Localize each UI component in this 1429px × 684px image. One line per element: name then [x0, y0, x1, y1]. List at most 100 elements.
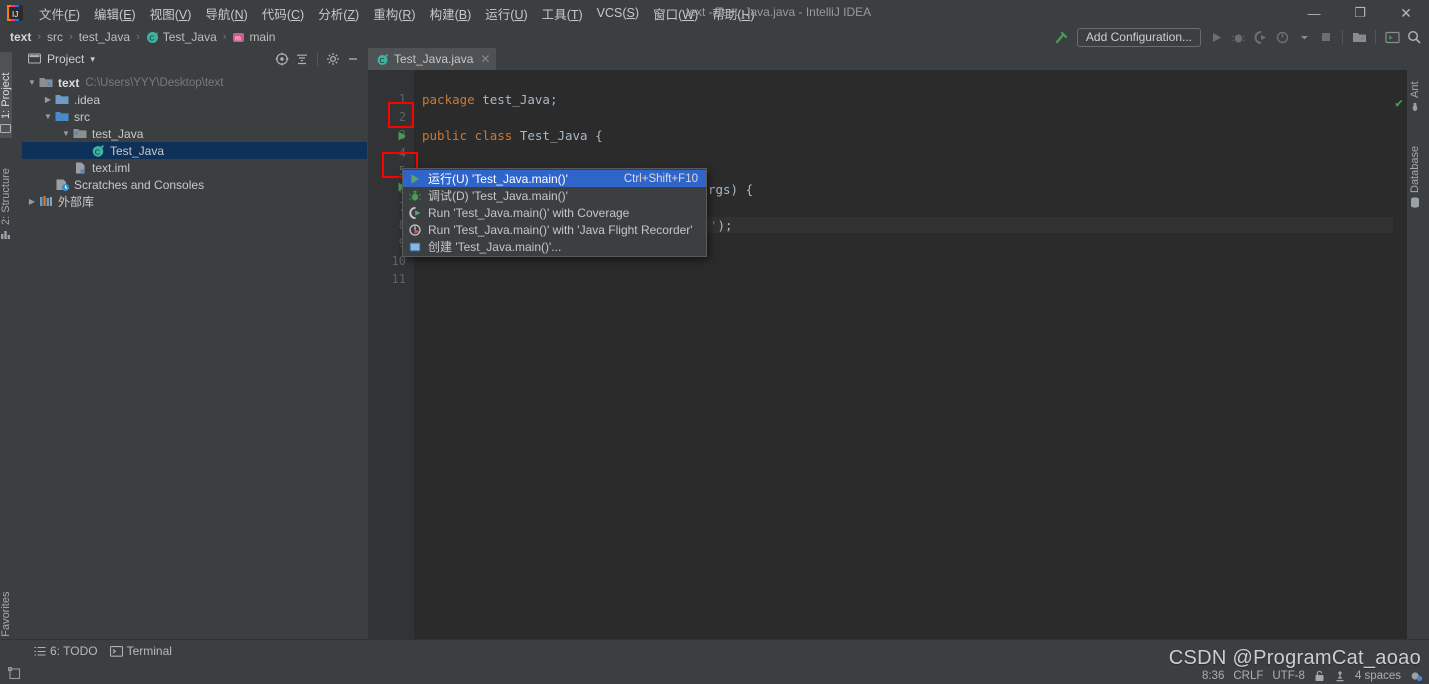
window-controls: — ❐ ✕: [1291, 0, 1429, 26]
context-menu-item-create-configuration[interactable]: 创建 'Test_Java.main()'...: [403, 238, 706, 255]
status-button-label: 6: TODO: [50, 644, 98, 658]
git-branch-icon[interactable]: [1334, 670, 1346, 682]
settings-gear-icon[interactable]: [323, 49, 343, 69]
menu-item-file[interactable]: 文件(F): [32, 2, 87, 25]
context-menu-shortcut: Ctrl+Shift+F10: [623, 172, 698, 185]
locate-icon[interactable]: [272, 49, 292, 69]
sidebar-item-project[interactable]: 1: Project: [0, 52, 12, 138]
left-tool-window-strip: 1: Project 2: Structure 2: Favorites: [0, 48, 23, 663]
sidebar-item-structure[interactable]: 2: Structure: [0, 140, 12, 244]
breadcrumb-separator: ›: [37, 31, 42, 43]
hide-panel-icon[interactable]: [343, 49, 363, 69]
context-menu-item-debug[interactable]: 调试(D) 'Test_Java.main()': [403, 187, 706, 204]
tree-node-idea[interactable]: ▶ .idea: [22, 91, 367, 108]
tree-node-test-java-package[interactable]: ▼ test_Java: [22, 125, 367, 142]
context-menu-item-label: 创建 'Test_Java.main()'...: [428, 240, 562, 254]
run-icon[interactable]: [1205, 26, 1227, 48]
menu-item-analyze[interactable]: 分析(Z): [311, 2, 366, 25]
build-hammer-icon[interactable]: [1051, 26, 1073, 48]
event-log-icon[interactable]: [1410, 670, 1423, 682]
scratches-icon: [54, 177, 70, 193]
menu-item-view[interactable]: 视图(V): [143, 2, 199, 25]
debug-icon[interactable]: [1227, 26, 1249, 48]
menu-item-build[interactable]: 构建(B): [423, 2, 479, 25]
navigation-bar: text › src › test_Java › C Test_Java › m: [0, 26, 1429, 49]
svg-text:m: m: [235, 35, 241, 42]
menu-item-refactor[interactable]: 重构(R): [366, 2, 422, 25]
create-config-icon: [407, 239, 423, 255]
chevron-down-icon[interactable]: [1293, 26, 1315, 48]
sidebar-item-ant[interactable]: Ant: [1409, 56, 1421, 116]
status-button-todo[interactable]: 6: TODO: [34, 644, 98, 658]
chevron-right-icon[interactable]: ▶: [42, 94, 54, 106]
search-everywhere-icon[interactable]: [1403, 26, 1425, 48]
context-menu-item-run[interactable]: 运行(U) 'Test_Java.main()' Ctrl+Shift+F10: [403, 170, 706, 187]
run-coverage-icon[interactable]: [1249, 26, 1271, 48]
panel-divider: [317, 52, 318, 66]
intellij-idea-window: IJ 文件(F) 编辑(E) 视图(V) 导航(N) 代码(C) 分析(Z) 重…: [0, 0, 1429, 684]
context-menu-item-run-with-jfr[interactable]: Run 'Test_Java.main()' with 'Java Flight…: [403, 221, 706, 238]
tree-node-external-libraries[interactable]: ▶ 外部库: [22, 193, 367, 210]
main-menu-bar[interactable]: 文件(F) 编辑(E) 视图(V) 导航(N) 代码(C) 分析(Z) 重构(R…: [32, 0, 762, 26]
breadcrumb-item-test-java-class[interactable]: C Test_Java: [146, 30, 217, 44]
show-tool-windows-icon[interactable]: [8, 666, 21, 680]
project-tree[interactable]: ▼ text C:\Users\YYY\Desktop\text ▶ .idea…: [22, 70, 367, 656]
chevron-down-icon[interactable]: ▾: [90, 54, 95, 65]
java-class-icon: C: [90, 143, 106, 159]
tree-node-text[interactable]: ▼ text C:\Users\YYY\Desktop\text: [22, 74, 367, 91]
file-encoding[interactable]: UTF-8: [1272, 670, 1305, 682]
sidebar-item-label: Database: [1409, 145, 1421, 193]
caret-position[interactable]: 8:36: [1202, 670, 1224, 682]
indent-setting[interactable]: 4 spaces: [1355, 670, 1401, 682]
sidebar-item-database[interactable]: Database: [1409, 120, 1421, 212]
code-text-area[interactable]: package test_Java; public class Test_Jav…: [414, 70, 1407, 652]
collapse-all-icon[interactable]: [292, 49, 312, 69]
maximize-button[interactable]: ❐: [1337, 0, 1383, 26]
chevron-down-icon[interactable]: ▼: [42, 111, 54, 123]
profile-icon[interactable]: [1271, 26, 1293, 48]
menu-item-code[interactable]: 代码(C): [255, 2, 311, 25]
add-configuration-button[interactable]: Add Configuration...: [1076, 27, 1201, 47]
editor-scrollbar[interactable]: [1393, 92, 1407, 674]
gutter-run-marker-class[interactable]: [396, 130, 408, 142]
breadcrumb-item-text[interactable]: text: [10, 30, 31, 44]
flight-recorder-icon: [407, 222, 423, 238]
run-context-menu[interactable]: 运行(U) 'Test_Java.main()' Ctrl+Shift+F10 …: [402, 168, 707, 257]
editor-tab-test-java[interactable]: C Test_Java.java ✕: [368, 48, 497, 70]
context-menu-item-run-with-coverage[interactable]: Run 'Test_Java.main()' with Coverage: [403, 204, 706, 221]
context-menu-item-label: 调试(D) 'Test_Java.main()': [428, 189, 568, 203]
breadcrumb-label: text: [10, 30, 32, 44]
svg-text:C: C: [95, 147, 101, 156]
stop-icon[interactable]: [1315, 26, 1337, 48]
breadcrumb-item-test-java-pkg[interactable]: test_Java: [79, 30, 130, 44]
project-structure-icon[interactable]: [1348, 26, 1370, 48]
terminal-icon[interactable]: [1381, 26, 1403, 48]
menu-item-navigate[interactable]: 导航(N): [198, 2, 254, 25]
breadcrumb-separator: ›: [69, 31, 73, 43]
lock-icon[interactable]: [1314, 670, 1325, 682]
menu-item-edit[interactable]: 编辑(E): [87, 2, 143, 25]
menu-item-run[interactable]: 运行(U): [478, 2, 534, 25]
line-separator[interactable]: CRLF: [1233, 670, 1263, 682]
breadcrumb-item-src[interactable]: src: [47, 30, 63, 44]
code-editor[interactable]: 1 2 3 4 5 6 7 8 9 10 11: [368, 70, 1407, 674]
tree-node-label: Test_Java: [110, 143, 165, 158]
close-icon[interactable]: ✕: [480, 52, 490, 66]
status-button-terminal[interactable]: Terminal: [109, 644, 172, 658]
tree-node-src[interactable]: ▼ src: [22, 108, 367, 125]
close-button[interactable]: ✕: [1383, 0, 1429, 26]
editor-tab-label: Test_Java.java: [394, 52, 474, 66]
tree-node-text-iml[interactable]: text.iml: [22, 159, 367, 176]
tree-node-test-java-class[interactable]: C Test_Java: [22, 142, 367, 159]
chevron-down-icon[interactable]: ▼: [26, 77, 38, 89]
chevron-down-icon[interactable]: ▼: [60, 128, 72, 140]
chevron-right-icon[interactable]: ▶: [26, 196, 38, 208]
minimize-button[interactable]: —: [1291, 0, 1337, 26]
inspection-status-icon[interactable]: ✔: [1395, 96, 1403, 111]
menu-item-tools[interactable]: 工具(T): [535, 2, 590, 25]
tree-node-scratches[interactable]: Scratches and Consoles: [22, 176, 367, 193]
sidebar-item-label: 1: Project: [0, 72, 12, 119]
menu-item-vcs[interactable]: VCS(S): [590, 4, 646, 22]
breadcrumb-item-main-method[interactable]: m main: [232, 30, 275, 44]
